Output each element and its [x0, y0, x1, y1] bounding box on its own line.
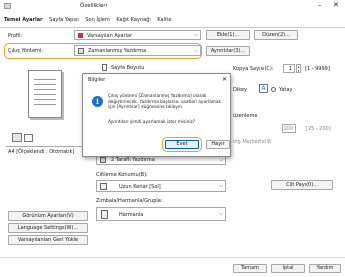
title-bar: Özellikleri – ✕ — [0, 0, 345, 13]
copies-stepper[interactable]: ▴ ▾ — [296, 64, 301, 73]
duplex-icon — [24, 134, 33, 142]
scale-range: [25 - 200] — [306, 126, 331, 132]
printer-icon — [4, 3, 11, 9]
output-method-value: Zamanlanmış Yazdırma — [88, 48, 147, 54]
tab-quality[interactable]: Kalite — [157, 17, 171, 23]
help-button[interactable]: Yardım — [309, 264, 341, 273]
profile-value: Varsayılan Ayarlar — [87, 33, 133, 39]
center-label: ing Merkezle(9) — [233, 139, 272, 145]
page-size-icon — [102, 64, 107, 71]
copies-range: [1 - 9999] — [305, 66, 330, 72]
landscape-radio[interactable] — [271, 87, 276, 92]
profile-label: Profil: — [8, 33, 23, 39]
tab-bar: Temel Ayarlar Sayfa Yapısı Son İşlem Kağ… — [4, 17, 344, 26]
collate-icon — [101, 210, 108, 219]
yes-button[interactable]: Evet — [165, 140, 199, 149]
duplex-icon — [100, 157, 106, 163]
footer-divider — [0, 257, 345, 258]
scale-input[interactable]: 100 — [282, 124, 296, 133]
chevron-down-icon: ⌵ — [219, 211, 223, 217]
tab-paper-source[interactable]: Kağıt Kaynağı — [116, 17, 150, 23]
preview-area — [6, 62, 91, 174]
window-title: Özellikleri — [80, 3, 108, 9]
view-settings-button[interactable]: Görünüm Ayarları(V) — [8, 211, 88, 221]
tab-divider — [0, 27, 345, 28]
staple-label: Zımbala/Harmanla/Grupla: — [96, 198, 163, 204]
profile-add-button[interactable]: Ekle(1)... — [206, 30, 250, 40]
page-edit-label: üzenleme — [233, 113, 258, 119]
info-dialog: Bilgiler ✕ i Çıkış yöntemi [Zamanlanmış … — [82, 73, 231, 157]
tab-page-setup[interactable]: Sayfa Yapısı — [49, 17, 79, 23]
dialog-message: Çıkış yöntemi [Zamanlanmış Yazdırma] ola… — [108, 94, 222, 111]
landscape-glyph: A — [259, 84, 268, 93]
chevron-down-icon: ⌵ — [219, 157, 223, 163]
profile-select[interactable]: Varsayılan Ayarlar ⌵ — [74, 30, 201, 40]
dialog-question: Ayrıntıları şimdi ayarlamak ister misini… — [108, 120, 196, 125]
output-method-label: Çıkış Yöntemi: — [8, 48, 43, 54]
language-settings-button[interactable]: Language Settings(W)... — [8, 223, 88, 233]
restore-defaults-button[interactable]: Varsayılanları Geri Yükle — [8, 235, 88, 245]
staple-select[interactable]: Harmanla ⌵ — [96, 207, 226, 221]
chevron-down-icon: ⌵ — [219, 183, 223, 189]
page-preview — [28, 70, 62, 118]
binding-icon — [100, 183, 107, 190]
tab-basic-settings[interactable]: Temel Ayarlar — [4, 17, 43, 23]
copies-input[interactable]: 1 — [283, 64, 295, 73]
landscape-label: Yatay — [279, 87, 293, 93]
details-button[interactable]: Ayrıntılar(3)... — [206, 46, 250, 56]
chevron-down-icon: ⌵ — [194, 48, 198, 54]
no-button[interactable]: Hayır — [206, 140, 230, 149]
portrait-label: Dikey — [233, 87, 247, 93]
ok-button[interactable]: Tamam — [233, 264, 267, 273]
copies-label: Kopya Sayısı(C): — [233, 66, 274, 72]
output-method-select[interactable]: Zamanlanmış Yazdırma ⌵ — [74, 45, 201, 56]
printer-icon — [78, 48, 84, 54]
chevron-down-icon: ⌵ — [194, 32, 198, 38]
profile-icon — [78, 33, 83, 38]
binding-margin-button[interactable]: Cilt Payı(0)... — [271, 180, 333, 190]
binding-select[interactable]: Uzun Kenar [Sol] ⌵ — [96, 180, 226, 192]
page-size-label: Sayfa Boyutu — [111, 65, 145, 71]
preview-border — [6, 146, 92, 147]
minimize-icon[interactable]: – — [318, 1, 322, 9]
print-style-icon — [12, 133, 22, 142]
close-icon[interactable]: ✕ — [333, 1, 339, 9]
tab-finishing[interactable]: Son İşlem — [85, 17, 109, 23]
preview-caption: A4 [Ölçeklendi : Otomatik] — [8, 149, 75, 155]
profile-edit-button[interactable]: Düzen(2)... — [254, 30, 298, 40]
close-icon[interactable]: ✕ — [222, 76, 227, 83]
info-icon: i — [92, 96, 103, 107]
dialog-title: Bilgiler — [88, 77, 106, 83]
cancel-button[interactable]: İptal — [271, 264, 305, 273]
binding-label: Ciltleme Konumu(B): — [96, 172, 148, 178]
